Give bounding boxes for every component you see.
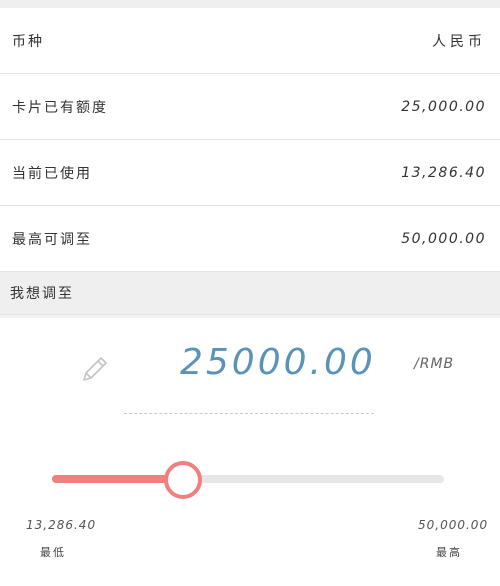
top-strip [0,0,500,8]
max-adjustable-label: 最高可调至 [12,231,92,248]
current-limit-label: 卡片已有额度 [12,99,108,116]
slider-min-value: 13,286.40 [26,518,97,532]
max-adjustable-value: 50,000.00 [401,230,486,247]
slider-max-caption: 最高 [436,546,462,559]
used-amount-label: 当前已使用 [12,165,92,182]
limit-slider-track[interactable] [52,461,444,499]
currency-label: 币种 [12,33,44,50]
credit-info-list: 币种 人民币 卡片已有额度 25,000.00 当前已使用 13,286.40 … [0,8,500,272]
section-title: 我想调至 [10,286,74,302]
current-limit-value: 25,000.00 [401,98,486,115]
row-currency: 币种 人民币 [0,8,500,74]
unit-label: /RMB [414,356,455,372]
amount-underline [124,413,374,414]
limit-slider-handle[interactable] [164,461,203,499]
row-used-amount: 当前已使用 13,286.40 [0,140,500,206]
currency-value: 人民币 [432,33,486,50]
target-amount-input[interactable]: 25000.00 [180,342,376,383]
slider-max-value: 50,000.00 [418,518,489,532]
row-max-adjustable: 最高可调至 50,000.00 [0,206,500,272]
slider-min-caption: 最低 [40,546,66,559]
section-header-adjust-to: 我想调至 [0,272,500,315]
adjust-panel: 25000.00 /RMB 13,286.40 最低 50,000.00 最高 [0,318,500,586]
row-current-limit: 卡片已有额度 25,000.00 [0,74,500,140]
used-amount-value: 13,286.40 [401,164,486,181]
pencil-icon[interactable] [78,352,112,386]
